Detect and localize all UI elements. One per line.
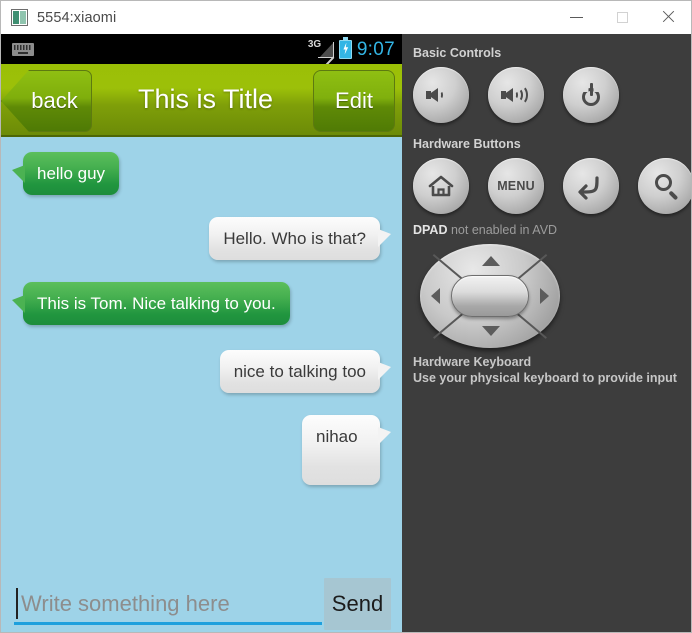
chat-bubble[interactable]: nice to talking too — [219, 350, 392, 393]
volume-down-button[interactable] — [413, 67, 469, 123]
dpad-label-dim: not enabled in AVD — [447, 223, 558, 237]
back-button-label: back — [31, 88, 78, 113]
message-input-wrapper[interactable] — [14, 581, 322, 627]
home-button[interactable] — [413, 158, 469, 214]
hardware-keyboard-note: Hardware Keyboard Use your physical keyb… — [413, 354, 691, 386]
chat-row: This is Tom. Nice talking to you. — [1, 260, 402, 325]
chat-bubble[interactable]: Hello. Who is that? — [209, 217, 391, 260]
emulator-icon — [11, 9, 28, 26]
home-icon — [425, 170, 457, 202]
status-bar-right: 3G 9:07 — [308, 34, 395, 73]
maximize-button[interactable] — [599, 1, 645, 33]
minimize-button[interactable] — [553, 1, 599, 33]
chat-bubble-text: nice to talking too — [233, 362, 366, 381]
app-action-bar: back This is Title Edit — [1, 64, 402, 137]
chat-bubble-text: Hello. Who is that? — [223, 229, 366, 248]
maximize-icon — [616, 11, 628, 23]
status-clock: 9:07 — [356, 38, 395, 60]
device-screen: 3G 9:07 back This is Title Edit hello gu… — [1, 34, 402, 632]
keyboard-icon — [12, 42, 34, 56]
chat-bubble[interactable]: nihao — [302, 415, 391, 485]
battery-charging-icon — [338, 37, 352, 59]
chat-bubble-text: hello guy — [37, 164, 106, 183]
message-input[interactable] — [14, 584, 316, 624]
dpad-up-icon[interactable] — [482, 256, 500, 266]
dpad-label-bold: DPAD — [413, 223, 448, 237]
chat-bubble[interactable]: This is Tom. Nice talking to you. — [12, 282, 290, 325]
search-icon — [650, 170, 682, 202]
back-button[interactable]: back — [1, 70, 92, 132]
chat-row: Hello. Who is that? — [1, 195, 402, 260]
back-icon — [575, 170, 607, 202]
dpad-down-icon[interactable] — [482, 326, 500, 336]
android-status-bar: 3G 9:07 — [1, 34, 402, 73]
emulator-control-panel: Basic Controls Hardware Buttons MENU DPA… — [402, 34, 691, 632]
chat-bubble-text: This is Tom. Nice talking to you. — [37, 294, 276, 313]
edit-button[interactable]: Edit — [313, 70, 395, 132]
page-title: This is Title — [137, 84, 274, 114]
back-nav-button[interactable] — [563, 158, 619, 214]
menu-button[interactable]: MENU — [488, 158, 544, 214]
edit-button-label: Edit — [335, 88, 373, 113]
text-caret — [16, 588, 18, 619]
dpad-control[interactable] — [420, 244, 560, 348]
chat-bubble[interactable]: hello guy — [11, 152, 120, 195]
power-icon — [575, 79, 607, 111]
chat-row: nihao — [1, 393, 402, 485]
volume-down-icon — [425, 79, 457, 111]
basic-controls-label: Basic Controls — [413, 46, 502, 60]
volume-up-icon — [500, 79, 532, 111]
message-input-bar: Send — [1, 575, 402, 632]
dpad-left-icon[interactable] — [431, 288, 440, 304]
dpad-center-button[interactable] — [451, 275, 529, 317]
hardware-keyboard-title: Hardware Keyboard — [413, 355, 532, 369]
chat-bubble-text: nihao — [316, 427, 358, 446]
window-title: 5554:xiaomi — [37, 9, 117, 26]
emulator-window: 5554:xiaomi 3G 9:07 back This is Title E… — [0, 0, 692, 633]
signal-icon: 3G — [308, 39, 334, 73]
chat-row: hello guy — [1, 150, 402, 195]
search-button[interactable] — [638, 158, 691, 214]
close-icon — [661, 10, 675, 24]
hardware-buttons-row: MENU — [413, 158, 691, 214]
dpad-right-icon[interactable] — [540, 288, 549, 304]
chat-message-list[interactable]: hello guy Hello. Who is that? This is To… — [1, 137, 402, 632]
hardware-keyboard-hint: Use your physical keyboard to provide in… — [413, 371, 677, 385]
volume-up-button[interactable] — [488, 67, 544, 123]
hardware-buttons-label: Hardware Buttons — [413, 137, 521, 151]
minimize-icon — [569, 16, 583, 18]
window-titlebar[interactable]: 5554:xiaomi — [1, 1, 691, 34]
menu-icon: MENU — [497, 179, 535, 193]
dpad-label: DPAD not enabled in AVD — [413, 223, 691, 237]
close-button[interactable] — [645, 1, 691, 33]
basic-controls-row — [413, 67, 691, 123]
power-button[interactable] — [563, 67, 619, 123]
chat-row: nice to talking too — [1, 325, 402, 393]
send-button[interactable]: Send — [324, 578, 391, 630]
